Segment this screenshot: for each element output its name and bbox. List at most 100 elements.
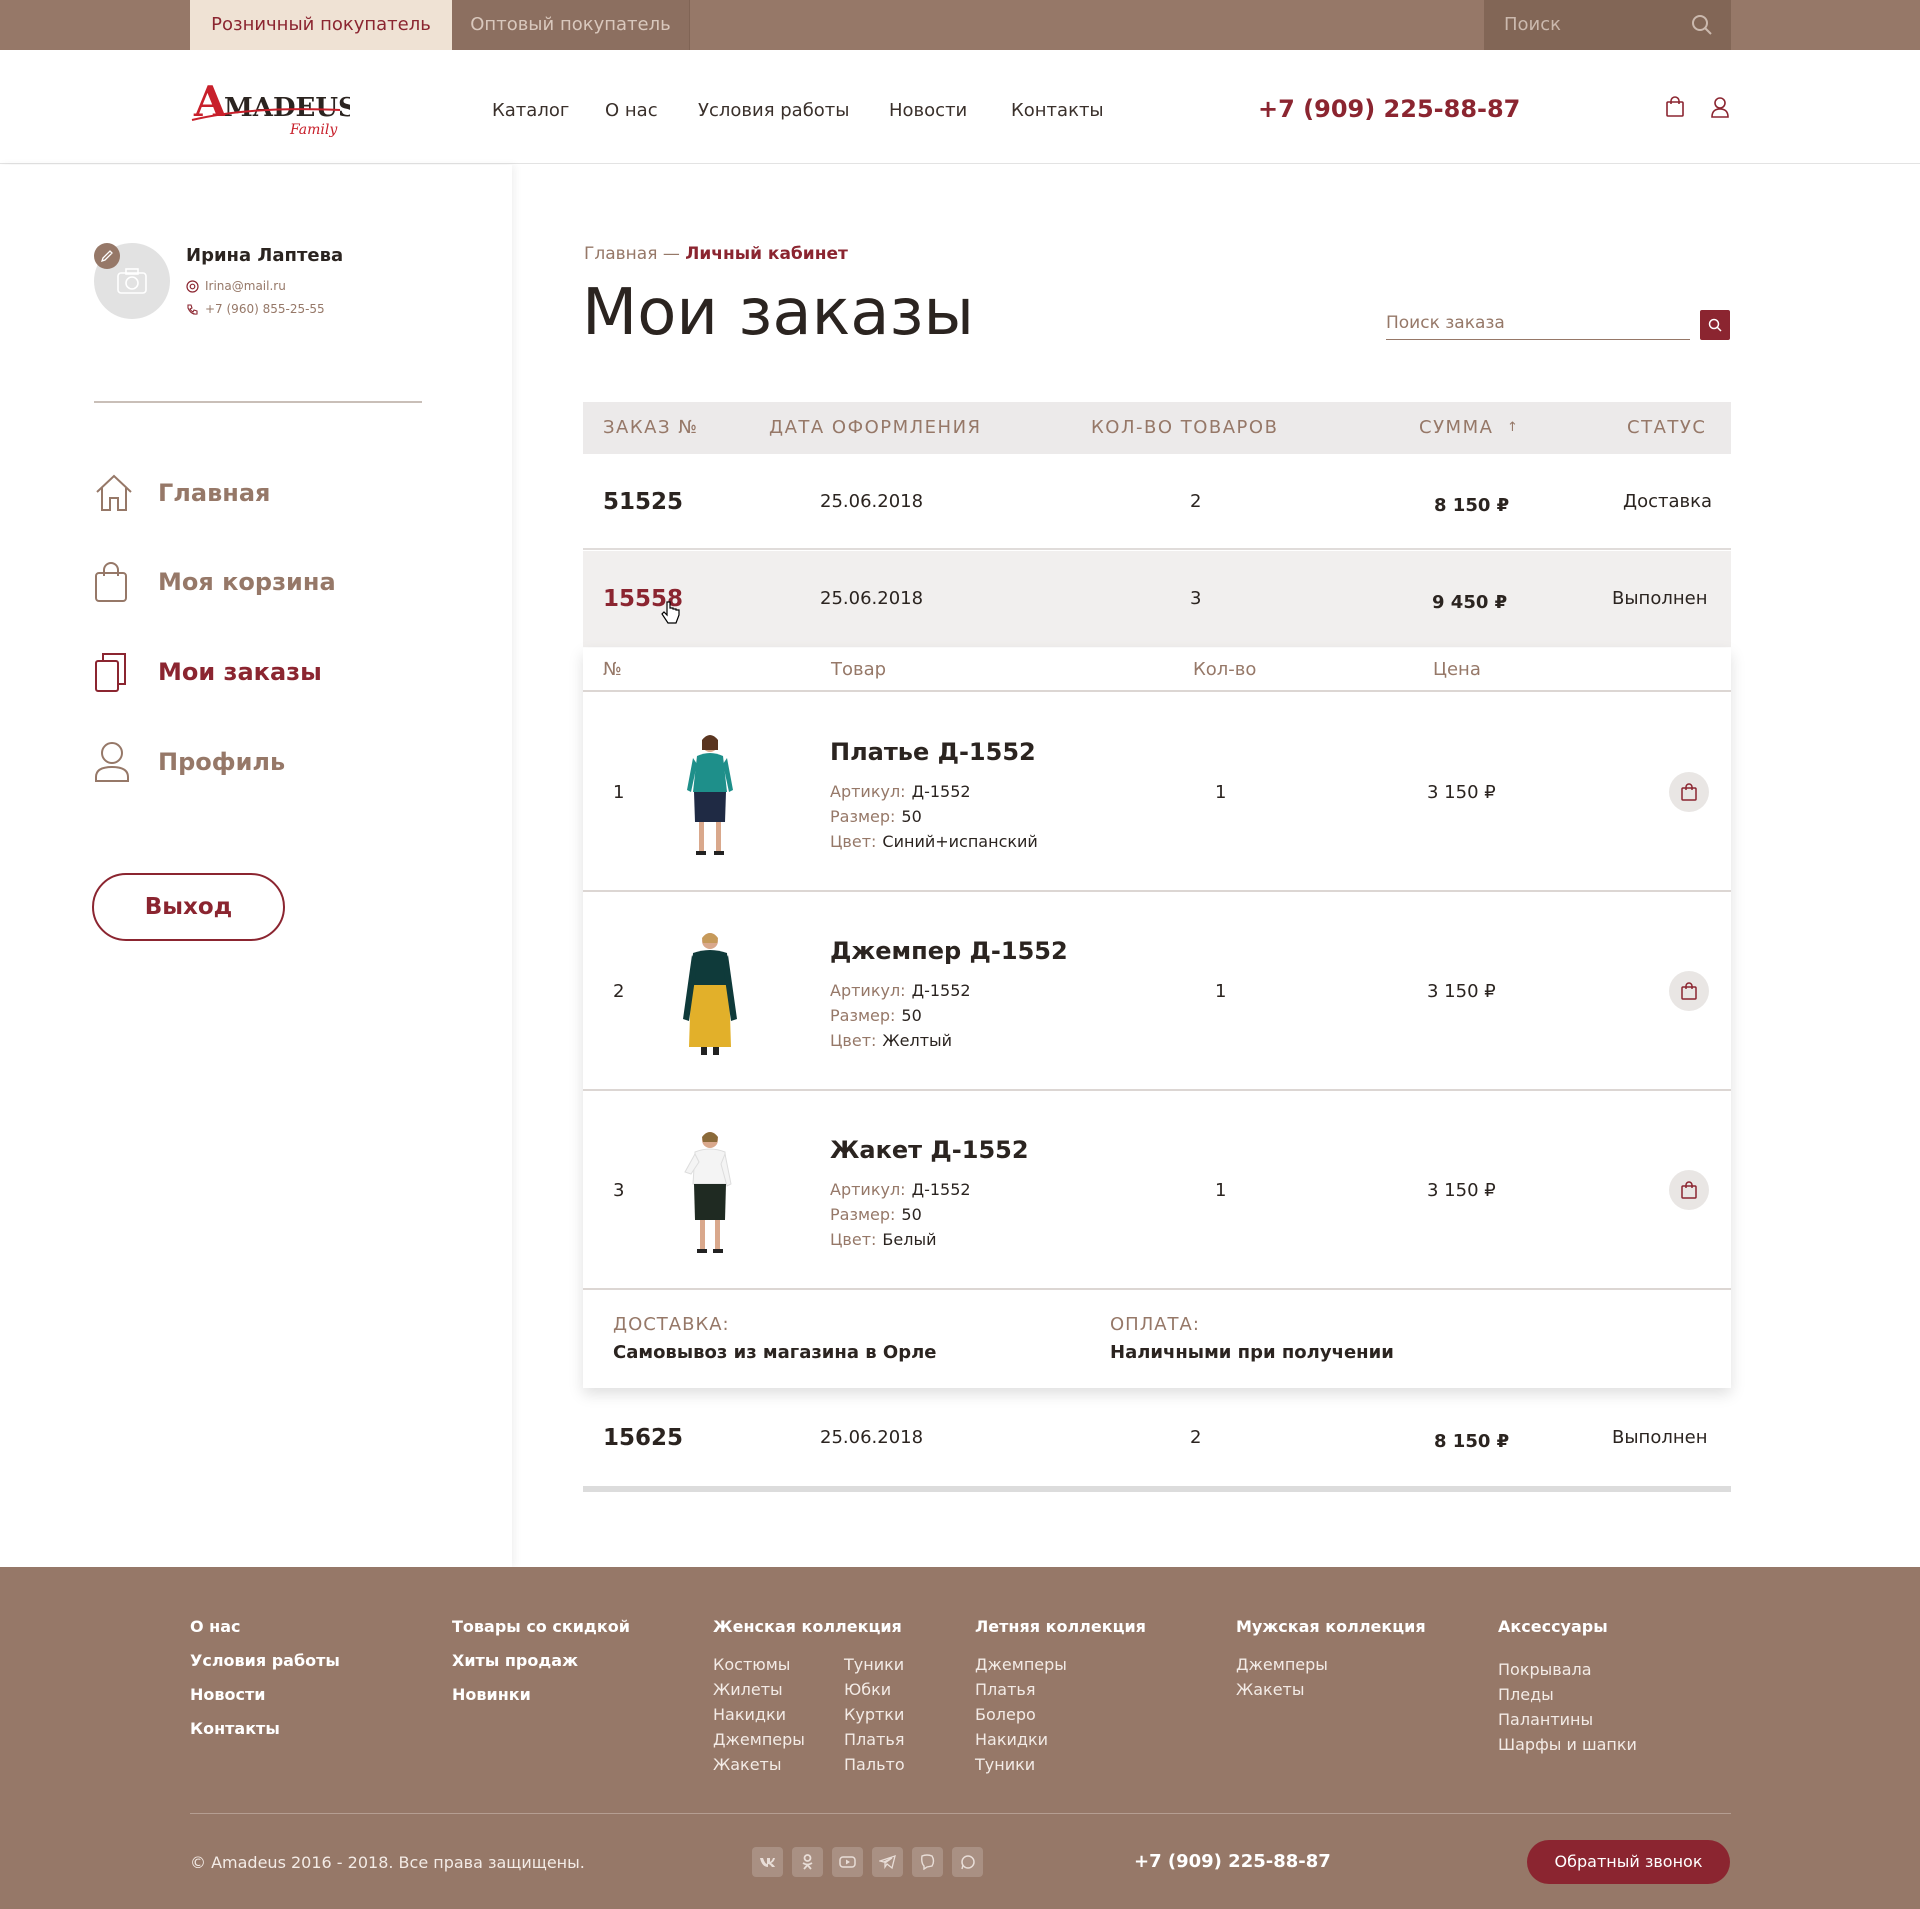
logo[interactable]: A MADEUS Family (190, 76, 350, 140)
account-icon[interactable] (1710, 96, 1730, 118)
order-status: Доставка (1623, 491, 1712, 512)
viber-icon[interactable] (912, 1847, 943, 1877)
order-search-button[interactable] (1700, 310, 1730, 340)
sidebar-item-label: Моя корзина (158, 568, 336, 596)
col-sum[interactable]: СУММА (1419, 402, 1493, 454)
footer-link[interactable]: Новинки (452, 1685, 531, 1704)
product-size: Размер: 50 (830, 1006, 922, 1025)
col-qty[interactable]: КОЛ-ВО ТОВАРОВ (1091, 402, 1278, 454)
breadcrumb-separator: — (662, 244, 680, 264)
footer-heading-accessories[interactable]: Аксессуары (1498, 1617, 1608, 1636)
footer-link[interactable]: Жакеты (713, 1755, 782, 1774)
user-email-row: Irina@mail.ru (186, 279, 286, 293)
cart-icon[interactable] (1665, 96, 1685, 118)
product-name[interactable]: Джемпер Д-1552 (830, 937, 1068, 965)
footer-link[interactable]: Джемперы (1236, 1655, 1328, 1674)
site-search[interactable]: Поиск (1484, 0, 1731, 50)
footer-link[interactable]: Куртки (844, 1705, 904, 1724)
orders-icon (95, 653, 126, 692)
tab-wholesale[interactable]: Оптовый покупатель (452, 0, 690, 50)
logout-button[interactable]: Выход (92, 873, 285, 941)
sidebar-item-label: Мои заказы (158, 658, 322, 686)
nav-about[interactable]: О нас (605, 100, 658, 122)
item-number: 2 (613, 981, 625, 1002)
order-row[interactable]: 15625 25.06.2018 2 8 150 ₽ Выполнен (583, 1390, 1731, 1486)
footer-link[interactable]: Хиты продаж (452, 1651, 578, 1670)
item-qty: 1 (1215, 1180, 1227, 1201)
footer-phone[interactable]: +7 (909) 225-88-87 (1134, 1851, 1331, 1872)
order-row-selected[interactable]: 15558 25.06.2018 3 9 450 ₽ Выполнен (583, 551, 1731, 647)
sidebar-item-orders[interactable]: Мои заказы (94, 651, 322, 693)
sidebar-item-profile[interactable]: Профиль (94, 741, 285, 783)
col-date[interactable]: ДАТА ОФОРМЛЕНИЯ (769, 402, 982, 454)
orders-table-header: ЗАКАЗ № ДАТА ОФОРМЛЕНИЯ КОЛ-ВО ТОВАРОВ С… (583, 402, 1731, 454)
footer-link[interactable]: Юбки (844, 1680, 891, 1699)
breadcrumb-home[interactable]: Главная (584, 244, 657, 264)
delivery-label: ДОСТАВКА: (613, 1314, 730, 1335)
order-search-input[interactable]: Поиск заказа (1386, 308, 1690, 340)
footer-link[interactable]: Накидки (713, 1705, 786, 1724)
product-name[interactable]: Жакет Д-1552 (830, 1136, 1029, 1164)
footer-link[interactable]: Новости (190, 1685, 265, 1704)
order-number[interactable]: 15625 (603, 1390, 683, 1486)
product-image[interactable] (665, 929, 755, 1059)
col-order-no[interactable]: ЗАКАЗ № (603, 402, 698, 454)
footer-link[interactable]: О нас (190, 1617, 241, 1636)
col-status[interactable]: СТАТУС (1627, 402, 1706, 454)
nav-contacts[interactable]: Контакты (1011, 100, 1104, 122)
product-size: Размер: 50 (830, 1205, 922, 1224)
footer-link[interactable]: Товары со скидкой (452, 1617, 630, 1636)
footer-link[interactable]: Условия работы (190, 1651, 340, 1670)
order-number[interactable]: 51525 (603, 454, 683, 550)
footer-link[interactable]: Жакеты (1236, 1680, 1305, 1699)
nav-catalog[interactable]: Каталог (492, 100, 569, 122)
footer-link[interactable]: Пледы (1498, 1685, 1554, 1704)
footer-link[interactable]: Жилеты (713, 1680, 783, 1699)
footer-heading-women[interactable]: Женская коллекция (713, 1617, 902, 1636)
youtube-icon[interactable] (832, 1847, 863, 1877)
footer-link[interactable]: Шарфы и шапки (1498, 1735, 1637, 1754)
footer-link[interactable]: Платья (975, 1680, 1035, 1699)
footer-link[interactable]: Покрывала (1498, 1660, 1592, 1679)
footer-heading-men[interactable]: Мужская коллекция (1236, 1617, 1426, 1636)
telegram-icon[interactable] (872, 1847, 903, 1877)
order-status: Выполнен (1612, 588, 1708, 609)
callback-button[interactable]: Обратный звонок (1527, 1840, 1730, 1884)
footer-link[interactable]: Платья (844, 1730, 904, 1749)
odnoklassniki-icon[interactable] (792, 1847, 823, 1877)
header-phone[interactable]: +7 (909) 225-88-87 (1258, 95, 1520, 123)
footer-link[interactable]: Джемперы (713, 1730, 805, 1749)
footer-link[interactable]: Пальто (844, 1755, 905, 1774)
footer-link[interactable]: Туники (844, 1655, 904, 1674)
sidebar-item-cart[interactable]: Моя корзина (94, 561, 336, 603)
nav-news[interactable]: Новости (889, 100, 967, 122)
product-article: Артикул: Д-1552 (830, 981, 971, 1000)
add-to-cart-button[interactable] (1669, 971, 1709, 1011)
nav-terms[interactable]: Условия работы (698, 100, 850, 122)
order-row[interactable]: 51525 25.06.2018 2 8 150 ₽ Доставка (583, 454, 1731, 550)
add-to-cart-button[interactable] (1669, 1170, 1709, 1210)
order-number[interactable]: 15558 (603, 551, 683, 647)
breadcrumb: Главная — Личный кабинет (584, 244, 848, 264)
order-qty: 2 (1190, 1427, 1202, 1448)
tab-retail[interactable]: Розничный покупатель (190, 0, 452, 50)
footer-link[interactable]: Болеро (975, 1705, 1036, 1724)
vk-icon[interactable] (752, 1847, 783, 1877)
add-to-cart-button[interactable] (1669, 772, 1709, 812)
footer-link[interactable]: Контакты (190, 1719, 280, 1738)
sidebar-item-home[interactable]: Главная (94, 473, 270, 513)
product-image[interactable] (665, 1128, 755, 1258)
search-icon[interactable] (1691, 14, 1713, 36)
footer-link[interactable]: Костюмы (713, 1655, 790, 1674)
footer-link[interactable]: Туники (975, 1755, 1035, 1774)
footer-heading-summer[interactable]: Летняя коллекция (975, 1617, 1146, 1636)
sort-arrow-icon[interactable]: ↑ (1507, 402, 1519, 454)
pointer-cursor-icon (661, 601, 681, 627)
footer-link[interactable]: Палантины (1498, 1710, 1593, 1729)
product-name[interactable]: Платье Д-1552 (830, 738, 1036, 766)
whatsapp-icon[interactable] (952, 1847, 983, 1877)
footer-link[interactable]: Джемперы (975, 1655, 1067, 1674)
edit-avatar-button[interactable] (94, 243, 120, 269)
product-image[interactable] (665, 730, 755, 860)
footer-link[interactable]: Накидки (975, 1730, 1048, 1749)
